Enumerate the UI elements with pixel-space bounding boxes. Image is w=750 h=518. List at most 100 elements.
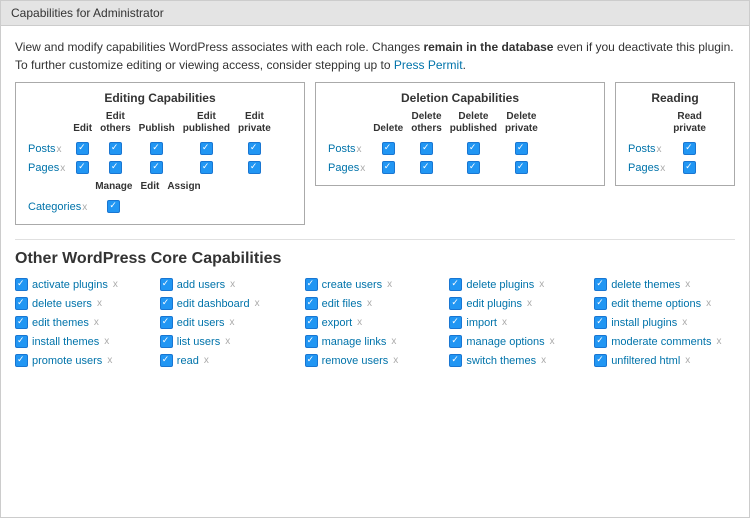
cap-checkbox[interactable] <box>449 335 462 348</box>
cap-remove[interactable]: x <box>97 298 102 309</box>
posts-publish-cb[interactable] <box>150 142 163 155</box>
cap-remove[interactable]: x <box>682 317 687 328</box>
cap-remove[interactable]: x <box>527 298 532 309</box>
pages-publish-cb[interactable] <box>150 161 163 174</box>
cap-remove[interactable]: x <box>230 279 235 290</box>
cap-checkbox[interactable] <box>449 278 462 291</box>
cap-checkbox[interactable] <box>15 297 28 310</box>
cap-name-link[interactable]: add users <box>177 279 225 291</box>
del-pages-link[interactable]: Pages <box>328 162 359 174</box>
cap-remove[interactable]: x <box>367 298 372 309</box>
cap-name-link[interactable]: install plugins <box>611 317 677 329</box>
cap-checkbox[interactable] <box>449 316 462 329</box>
cap-remove[interactable]: x <box>685 279 690 290</box>
cap-checkbox[interactable] <box>15 354 28 367</box>
cap-name-link[interactable]: delete themes <box>611 279 680 291</box>
cap-name-link[interactable]: list users <box>177 336 220 348</box>
cap-checkbox[interactable] <box>594 278 607 291</box>
pages-edit-cb[interactable] <box>76 161 89 174</box>
posts-edit-published-cb[interactable] <box>200 142 213 155</box>
cap-remove[interactable]: x <box>387 279 392 290</box>
posts-remove[interactable]: x <box>57 144 62 155</box>
cap-remove[interactable]: x <box>502 317 507 328</box>
read-posts-link[interactable]: Posts <box>628 143 656 155</box>
cap-name-link[interactable]: manage links <box>322 336 387 348</box>
cap-name-link[interactable]: edit plugins <box>466 298 522 310</box>
del-pages-published-cb[interactable] <box>467 161 480 174</box>
cap-checkbox[interactable] <box>594 354 607 367</box>
cap-remove[interactable]: x <box>539 279 544 290</box>
cap-remove[interactable]: x <box>255 298 260 309</box>
cap-checkbox[interactable] <box>160 316 173 329</box>
cap-remove[interactable]: x <box>230 317 235 328</box>
cap-remove[interactable]: x <box>107 355 112 366</box>
cap-name-link[interactable]: edit dashboard <box>177 298 250 310</box>
cap-name-link[interactable]: manage options <box>466 336 544 348</box>
posts-edit-cb[interactable] <box>76 142 89 155</box>
pages-remove[interactable]: x <box>60 163 65 174</box>
cap-checkbox[interactable] <box>15 278 28 291</box>
cap-remove[interactable]: x <box>393 355 398 366</box>
read-posts-remove[interactable]: x <box>657 144 662 155</box>
read-posts-private-cb[interactable] <box>683 142 696 155</box>
cap-name-link[interactable]: edit files <box>322 298 362 310</box>
pages-link[interactable]: Pages <box>28 162 59 174</box>
cap-remove[interactable]: x <box>104 336 109 347</box>
cap-remove[interactable]: x <box>706 298 711 309</box>
del-pages-remove[interactable]: x <box>360 163 365 174</box>
cap-checkbox[interactable] <box>305 297 318 310</box>
cap-remove[interactable]: x <box>225 336 230 347</box>
read-pages-private-cb[interactable] <box>683 161 696 174</box>
cap-checkbox[interactable] <box>305 316 318 329</box>
cap-checkbox[interactable] <box>305 335 318 348</box>
categories-remove[interactable]: x <box>82 202 87 213</box>
cap-name-link[interactable]: edit users <box>177 317 225 329</box>
cap-checkbox[interactable] <box>305 278 318 291</box>
cap-checkbox[interactable] <box>160 297 173 310</box>
categories-manage-cb[interactable] <box>107 200 120 213</box>
cap-checkbox[interactable] <box>449 354 462 367</box>
press-permit-link[interactable]: Press Permit <box>394 58 463 72</box>
del-posts-link[interactable]: Posts <box>328 143 356 155</box>
cap-checkbox[interactable] <box>15 335 28 348</box>
read-pages-link[interactable]: Pages <box>628 162 659 174</box>
cap-checkbox[interactable] <box>305 354 318 367</box>
cap-name-link[interactable]: install themes <box>32 336 99 348</box>
del-posts-private-cb[interactable] <box>515 142 528 155</box>
cap-name-link[interactable]: create users <box>322 279 383 291</box>
cap-remove[interactable]: x <box>113 279 118 290</box>
del-pages-private-cb[interactable] <box>515 161 528 174</box>
cap-remove[interactable]: x <box>357 317 362 328</box>
cap-checkbox[interactable] <box>160 354 173 367</box>
cap-name-link[interactable]: read <box>177 355 199 367</box>
del-pages-others-cb[interactable] <box>420 161 433 174</box>
cap-remove[interactable]: x <box>685 355 690 366</box>
cap-remove[interactable]: x <box>550 336 555 347</box>
cap-checkbox[interactable] <box>594 335 607 348</box>
posts-edit-private-cb[interactable] <box>248 142 261 155</box>
del-posts-remove[interactable]: x <box>357 144 362 155</box>
del-posts-published-cb[interactable] <box>467 142 480 155</box>
cap-name-link[interactable]: unfiltered html <box>611 355 680 367</box>
cap-remove[interactable]: x <box>94 317 99 328</box>
cap-checkbox[interactable] <box>15 316 28 329</box>
cap-checkbox[interactable] <box>594 316 607 329</box>
del-posts-others-cb[interactable] <box>420 142 433 155</box>
posts-link[interactable]: Posts <box>28 143 56 155</box>
cap-name-link[interactable]: delete users <box>32 298 92 310</box>
del-pages-delete-cb[interactable] <box>382 161 395 174</box>
cap-checkbox[interactable] <box>160 335 173 348</box>
cap-name-link[interactable]: promote users <box>32 355 102 367</box>
cap-name-link[interactable]: remove users <box>322 355 389 367</box>
cap-checkbox[interactable] <box>449 297 462 310</box>
cap-remove[interactable]: x <box>204 355 209 366</box>
categories-link[interactable]: Categories <box>28 201 81 213</box>
cap-name-link[interactable]: export <box>322 317 353 329</box>
posts-edit-others-cb[interactable] <box>109 142 122 155</box>
read-pages-remove[interactable]: x <box>660 163 665 174</box>
cap-remove[interactable]: x <box>541 355 546 366</box>
cap-name-link[interactable]: edit themes <box>32 317 89 329</box>
cap-name-link[interactable]: edit theme options <box>611 298 701 310</box>
pages-edit-published-cb[interactable] <box>200 161 213 174</box>
del-posts-delete-cb[interactable] <box>382 142 395 155</box>
